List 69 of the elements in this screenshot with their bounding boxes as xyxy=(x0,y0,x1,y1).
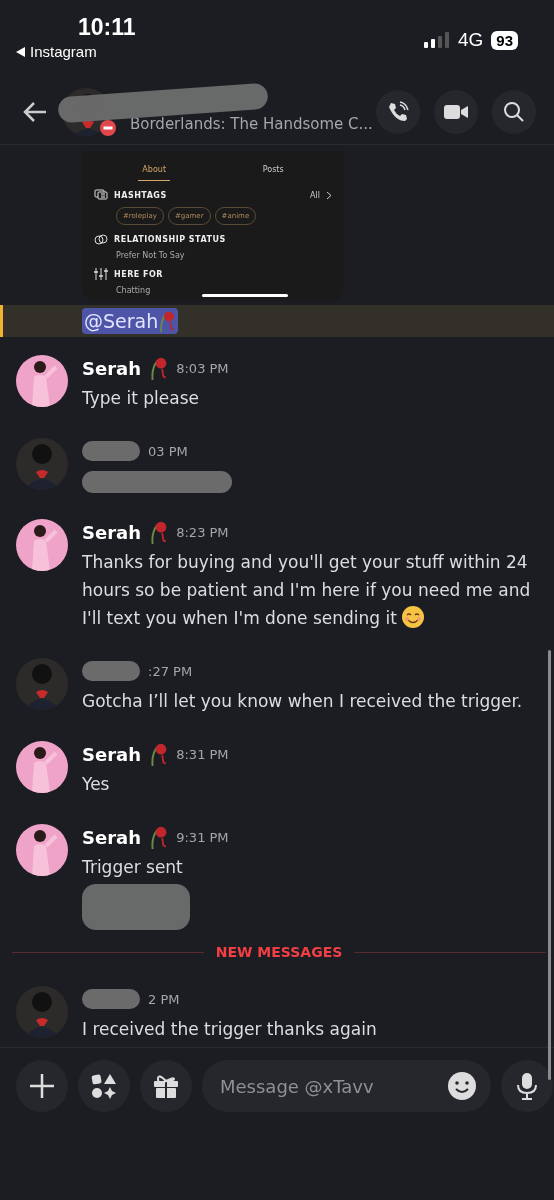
search-icon xyxy=(503,101,525,123)
wilted-rose-icon xyxy=(149,356,169,380)
video-camera-icon xyxy=(444,104,468,120)
message-text: Gotcha I’ll let you know when I received the trigger. xyxy=(82,690,524,713)
message-time: 9:31 PM xyxy=(176,829,229,845)
plus-icon xyxy=(29,1073,55,1099)
smiley-icon[interactable] xyxy=(447,1071,477,1101)
wilted-rose-icon xyxy=(149,742,169,766)
video-call-button[interactable] xyxy=(434,90,478,134)
sliders-icon xyxy=(94,268,108,280)
message-time: 8:03 PM xyxy=(176,360,229,376)
message-text: Thanks for buying and you'll get your stuff within 24 hours so be patient and I'm here if you need me and I'll text you when I'm done sending it xyxy=(82,551,532,631)
section-title: HASHTAGS xyxy=(114,190,168,200)
redaction-mark xyxy=(82,989,140,1009)
redaction-mark xyxy=(82,441,140,461)
voice-button[interactable] xyxy=(501,1060,553,1112)
gift-icon xyxy=(153,1073,179,1099)
message-time: 8:31 PM xyxy=(176,746,229,762)
message-input[interactable]: Message @xTavv xyxy=(218,1074,447,1098)
author-name[interactable]: Serah xyxy=(82,357,141,379)
wilted-rose-icon xyxy=(149,520,169,544)
back-triangle-icon[interactable] xyxy=(16,46,26,57)
call-button[interactable] xyxy=(376,90,420,134)
microphone-icon xyxy=(516,1072,538,1100)
back-app-label[interactable]: Instagram xyxy=(30,43,97,60)
status-time: 10:11 xyxy=(77,14,136,41)
redaction-mark xyxy=(82,661,140,681)
new-messages-divider: NEW MESSAGES xyxy=(215,944,343,960)
message-text: Yes xyxy=(82,773,111,796)
rings-icon xyxy=(94,233,108,245)
hashtag-chat-icon xyxy=(94,189,108,201)
section-value: Prefer Not To Say xyxy=(115,251,186,260)
back-button[interactable] xyxy=(22,101,48,123)
network-type: 4G xyxy=(457,29,484,51)
message-time: 2 PM xyxy=(148,991,180,1007)
do-not-disturb-icon xyxy=(100,120,116,136)
profile-tab[interactable]: About xyxy=(138,159,170,181)
chevron-right-icon xyxy=(326,190,332,200)
author-name[interactable]: Serah xyxy=(82,826,141,848)
section-title: RELATIONSHIP STATUS xyxy=(114,234,227,244)
phone-icon xyxy=(387,101,409,123)
message-text: I received the trigger thanks again xyxy=(82,1018,378,1041)
wilted-rose-icon xyxy=(158,310,176,332)
profile-tab[interactable]: Posts xyxy=(258,159,288,181)
section-value: Chatting xyxy=(115,286,152,295)
message-time: 03 PM xyxy=(148,443,188,459)
all-link[interactable]: All xyxy=(310,190,320,200)
user-avatar[interactable] xyxy=(16,519,68,571)
section-title: HERE FOR xyxy=(114,269,164,279)
message-time: :27 PM xyxy=(148,663,193,679)
user-mention[interactable]: @Serah xyxy=(82,308,178,334)
activity-status: Borderlands: The Handsome C... xyxy=(130,115,373,133)
battery-level: 93 xyxy=(491,30,518,50)
signal-icon xyxy=(423,32,450,48)
message-text: Trigger sent xyxy=(82,856,184,879)
wilted-rose-icon xyxy=(149,825,169,849)
user-avatar[interactable] xyxy=(16,741,68,793)
shapes-icon xyxy=(91,1073,117,1099)
message-text: Type it please xyxy=(82,387,200,410)
author-name[interactable]: Serah xyxy=(82,743,141,765)
gift-button[interactable] xyxy=(140,1060,192,1112)
author-name[interactable]: Serah xyxy=(82,521,141,543)
apps-button[interactable] xyxy=(78,1060,130,1112)
user-avatar[interactable] xyxy=(16,824,68,876)
search-button[interactable] xyxy=(492,90,536,134)
user-avatar[interactable] xyxy=(16,355,68,407)
message-field[interactable]: Message @xTavv xyxy=(202,1060,491,1112)
message-time: 8:23 PM xyxy=(176,524,229,540)
add-button[interactable] xyxy=(16,1060,68,1112)
